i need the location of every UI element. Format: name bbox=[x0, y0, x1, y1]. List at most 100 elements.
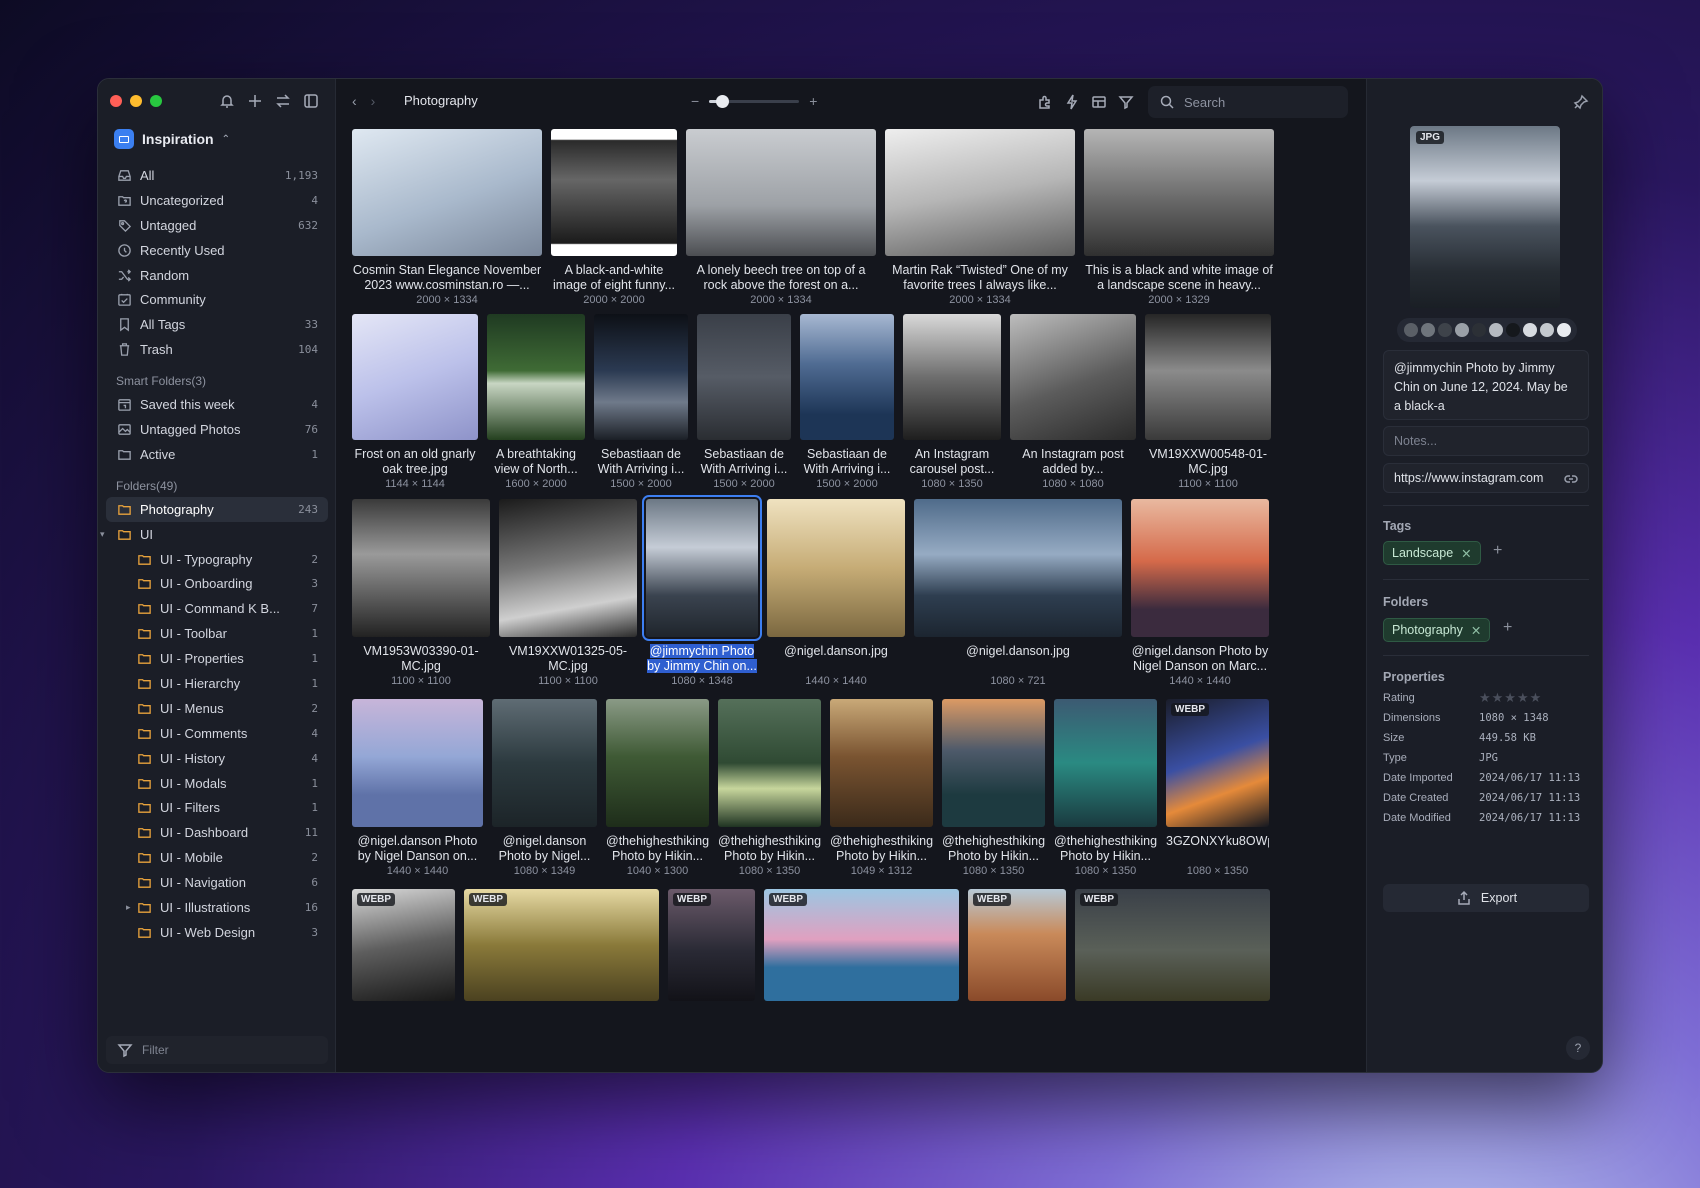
asset-thumbnail[interactable] bbox=[487, 314, 585, 440]
subfolder-item[interactable]: UI - Menus 2 bbox=[106, 696, 328, 721]
search-input[interactable]: Search bbox=[1148, 86, 1348, 118]
asset-card[interactable]: A lonely beech tree on top of a rock abo… bbox=[686, 129, 876, 314]
back-icon[interactable]: ‹ bbox=[352, 93, 357, 109]
asset-thumbnail[interactable] bbox=[1145, 314, 1271, 440]
add-folder-icon[interactable]: + bbox=[1503, 619, 1512, 637]
pin-icon[interactable] bbox=[1572, 93, 1590, 111]
puzzle-icon[interactable] bbox=[1036, 93, 1054, 111]
asset-thumbnail[interactable] bbox=[767, 499, 905, 637]
zoom-button[interactable] bbox=[150, 95, 162, 107]
subfolder-item[interactable]: UI - Command K B... 7 bbox=[106, 596, 328, 621]
color-swatch[interactable] bbox=[1437, 323, 1452, 337]
asset-card[interactable]: @jimmychin Photo by Jimmy Chin on... 1080… bbox=[642, 495, 762, 695]
asset-card[interactable]: An Instagram post added by... 1080 × 1080 bbox=[1010, 314, 1136, 498]
sidebar-item[interactable]: Recently Used bbox=[106, 238, 328, 263]
bell-icon[interactable] bbox=[218, 92, 236, 110]
color-swatch[interactable] bbox=[1522, 323, 1537, 337]
zoom-in-icon[interactable]: + bbox=[809, 93, 817, 109]
asset-thumbnail[interactable]: WEBP bbox=[764, 889, 959, 1001]
subfolder-item[interactable]: UI - History 4 bbox=[106, 746, 328, 771]
asset-card[interactable]: @nigel.danson Photo by Nigel Danson on M… bbox=[1131, 499, 1269, 695]
asset-thumbnail[interactable] bbox=[492, 699, 597, 827]
export-button[interactable]: Export bbox=[1383, 884, 1589, 912]
sidebar-item[interactable]: All Tags 33 bbox=[106, 312, 328, 337]
sidebar-item[interactable]: All 1,193 bbox=[106, 163, 328, 188]
asset-card[interactable]: Cosmin Stan Elegance November 2023 www.c… bbox=[352, 129, 542, 314]
asset-thumbnail[interactable] bbox=[1054, 699, 1157, 827]
close-button[interactable] bbox=[110, 95, 122, 107]
forward-icon[interactable]: › bbox=[371, 93, 376, 109]
asset-card[interactable]: A breathtaking view of North... 1600 × 20… bbox=[487, 314, 585, 498]
color-swatch[interactable] bbox=[1556, 323, 1571, 337]
asset-card[interactable]: @thehighesthiking Photo by Hikin... 1080 … bbox=[942, 699, 1045, 885]
smart-folder-item[interactable]: Untagged Photos 76 bbox=[106, 417, 328, 442]
subfolder-item[interactable]: UI - Toolbar 1 bbox=[106, 621, 328, 646]
subfolder-item[interactable]: UI - Dashboard 11 bbox=[106, 820, 328, 845]
asset-thumbnail[interactable] bbox=[352, 499, 490, 637]
asset-card[interactable]: WEBP bbox=[968, 889, 1066, 1001]
bolt-icon[interactable] bbox=[1063, 93, 1081, 111]
add-tag-icon[interactable]: + bbox=[1493, 542, 1502, 560]
link-icon[interactable] bbox=[1562, 470, 1580, 488]
color-swatch[interactable] bbox=[1403, 323, 1418, 337]
asset-card[interactable]: VM19XXW01325-05-MC.jpg 1100 × 1100 bbox=[499, 499, 637, 695]
asset-thumbnail[interactable] bbox=[499, 499, 637, 637]
asset-thumbnail[interactable] bbox=[1084, 129, 1274, 256]
folder-item[interactable]: Photography 243 bbox=[106, 496, 328, 522]
filter-input[interactable]: Filter bbox=[106, 1036, 328, 1064]
subfolder-item[interactable]: UI - Typography 2 bbox=[106, 547, 328, 572]
asset-thumbnail[interactable] bbox=[885, 129, 1075, 256]
asset-thumbnail[interactable] bbox=[594, 314, 688, 440]
remove-folder-icon[interactable]: ✕ bbox=[1471, 623, 1481, 638]
sidebar-item[interactable]: Uncategorized 4 bbox=[106, 188, 328, 213]
asset-card[interactable]: @thehighesthiking Photo by Hikin... 1049 … bbox=[830, 699, 933, 885]
zoom-slider[interactable]: − + bbox=[691, 93, 817, 109]
asset-thumbnail[interactable] bbox=[352, 699, 483, 827]
asset-thumbnail[interactable]: WEBP bbox=[464, 889, 659, 1001]
asset-card[interactable]: Sebastiaan de With Arriving i... 1500 × 2… bbox=[697, 314, 791, 498]
folder-item[interactable]: ▾ UI bbox=[100, 522, 328, 547]
asset-card[interactable]: VM1953W03390-01-MC.jpg 1100 × 1100 bbox=[352, 499, 490, 695]
asset-card[interactable]: An Instagram carousel post... 1080 × 1350 bbox=[903, 314, 1001, 498]
remove-tag-icon[interactable]: ✕ bbox=[1461, 546, 1471, 561]
subfolder-item[interactable]: UI - Mobile 2 bbox=[106, 845, 328, 870]
asset-card[interactable]: @thehighesthiking Photo by Hikin... 1080 … bbox=[1054, 699, 1157, 885]
layout-icon[interactable] bbox=[1090, 93, 1108, 111]
asset-card[interactable]: Sebastiaan de With Arriving i... 1500 × 2… bbox=[594, 314, 688, 498]
asset-thumbnail[interactable] bbox=[830, 699, 933, 827]
asset-thumbnail[interactable] bbox=[352, 129, 542, 256]
asset-card[interactable]: WEBP bbox=[764, 889, 959, 1001]
asset-thumbnail[interactable]: WEBP bbox=[968, 889, 1066, 1001]
asset-card[interactable]: This is a black and white image of a lan… bbox=[1084, 129, 1274, 314]
asset-card[interactable]: WEBP bbox=[352, 889, 455, 1001]
sidebar-toggle-icon[interactable] bbox=[302, 92, 320, 110]
subfolder-item[interactable]: UI - Modals 1 bbox=[106, 771, 328, 796]
asset-thumbnail[interactable] bbox=[903, 314, 1001, 440]
smart-folder-item[interactable]: Active 1 bbox=[106, 442, 328, 467]
asset-card[interactable]: VM19XXW00548-01-MC.jpg 1100 × 1100 bbox=[1145, 314, 1271, 498]
plus-icon[interactable] bbox=[246, 92, 264, 110]
zoom-out-icon[interactable]: − bbox=[691, 93, 699, 109]
minimize-button[interactable] bbox=[130, 95, 142, 107]
color-swatch[interactable] bbox=[1505, 323, 1520, 337]
subfolder-item[interactable]: UI - Hierarchy 1 bbox=[106, 671, 328, 696]
library-switcher[interactable]: Inspiration ⌃ bbox=[114, 129, 230, 149]
asset-thumbnail[interactable] bbox=[686, 129, 876, 256]
asset-thumbnail[interactable]: WEBP bbox=[1075, 889, 1270, 1001]
asset-card[interactable]: WEBP bbox=[464, 889, 659, 1001]
disclosure-icon[interactable]: ▾ bbox=[100, 529, 105, 540]
asset-thumbnail[interactable]: WEBP bbox=[668, 889, 755, 1001]
asset-card[interactable]: Sebastiaan de With Arriving i... 1500 × 2… bbox=[800, 314, 894, 498]
notes-field[interactable]: Notes... bbox=[1383, 426, 1589, 456]
asset-card[interactable]: WEBP bbox=[1075, 889, 1270, 1001]
asset-card[interactable]: Frost on an old gnarly oak tree.jpg 1144 … bbox=[352, 314, 478, 498]
tag-chip[interactable]: Landscape ✕ bbox=[1383, 541, 1481, 565]
rating-stars[interactable]: ★★★★★ bbox=[1479, 690, 1542, 706]
color-swatch[interactable] bbox=[1420, 323, 1435, 337]
sidebar-item[interactable]: Random bbox=[106, 263, 328, 288]
asset-thumbnail[interactable] bbox=[914, 499, 1122, 637]
asset-thumbnail[interactable] bbox=[551, 129, 677, 256]
folder-chip[interactable]: Photography ✕ bbox=[1383, 618, 1491, 642]
asset-thumbnail[interactable] bbox=[718, 699, 821, 827]
asset-card[interactable]: @nigel.danson Photo by Nigel... 1080 × 13… bbox=[492, 699, 597, 885]
